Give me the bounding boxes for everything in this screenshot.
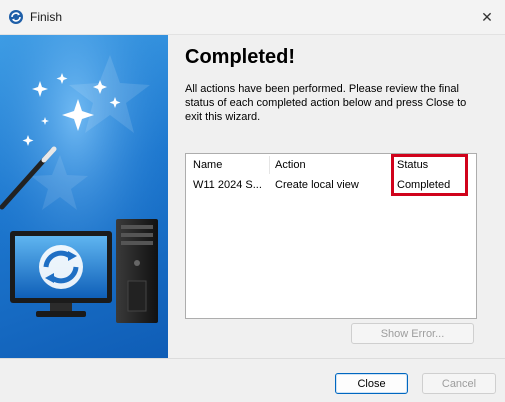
wizard-content: Completed! All actions have been perform…	[168, 35, 505, 358]
column-header-name[interactable]: Name	[193, 159, 222, 171]
window-title: Finish	[30, 10, 63, 24]
results-list[interactable]: Name Action Status W11 2024 S... Create …	[185, 153, 477, 319]
show-error-button[interactable]: Show Error...	[351, 323, 474, 344]
close-icon: ✕	[481, 8, 493, 25]
column-header-action[interactable]: Action	[275, 159, 306, 171]
wizard-banner	[0, 35, 168, 358]
page-title: Completed!	[185, 46, 295, 68]
wizard-refresh-icon	[8, 9, 24, 25]
status-highlight-box	[391, 154, 468, 196]
title-bar: Finish ✕	[0, 0, 505, 35]
row-name: W11 2024 S...	[193, 179, 262, 191]
close-button[interactable]: Close	[335, 373, 408, 394]
wizard-footer: Close Cancel	[0, 359, 505, 402]
window-close-button[interactable]: ✕	[469, 0, 505, 34]
page-description: All actions have been performed. Please …	[185, 83, 467, 123]
wizard-wand-computer-illustration	[0, 35, 168, 358]
row-action: Create local view	[275, 179, 359, 191]
cancel-button[interactable]: Cancel	[422, 373, 496, 394]
column-divider[interactable]	[269, 156, 270, 174]
